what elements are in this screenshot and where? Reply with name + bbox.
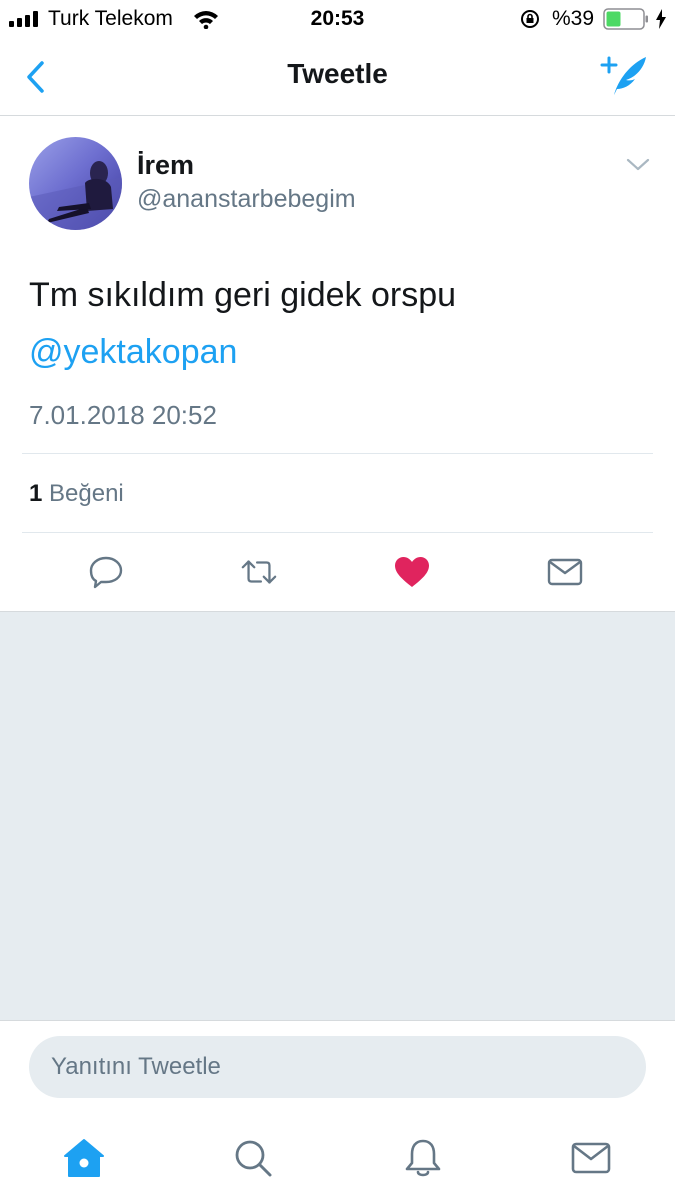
rotation-lock-icon <box>521 10 539 28</box>
empty-replies-area <box>0 611 675 1021</box>
retweet-icon <box>241 560 277 584</box>
search-icon <box>235 1140 272 1177</box>
tab-home[interactable] <box>62 1136 106 1180</box>
navigation-bar: Tweetle <box>0 38 675 116</box>
like-button[interactable] <box>393 553 431 591</box>
compose-tweet-icon[interactable] <box>600 54 650 98</box>
display-name[interactable]: İrem <box>137 150 194 181</box>
divider <box>22 532 653 533</box>
home-icon <box>64 1139 104 1177</box>
direct-message-icon <box>547 558 583 586</box>
battery-percent: %39 <box>552 7 595 30</box>
user-handle[interactable]: @ananstarbebegim <box>137 185 356 214</box>
tweet-text: Tm sıkıldım geri gidek orspu <box>29 276 457 314</box>
mention-link[interactable]: @yektakopan <box>29 333 237 372</box>
divider <box>22 453 653 454</box>
reply-icon <box>89 556 123 589</box>
notifications-icon <box>405 1139 441 1177</box>
messages-icon <box>571 1142 611 1174</box>
battery-icon <box>603 8 648 30</box>
tweet-timestamp: 7.01.2018 20:52 <box>29 400 217 430</box>
reply-input[interactable] <box>29 1036 646 1098</box>
reply-button[interactable] <box>87 553 125 591</box>
likes-label: Beğeni <box>49 480 124 507</box>
tab-messages[interactable] <box>569 1136 613 1180</box>
avatar[interactable] <box>29 137 122 230</box>
tab-search[interactable] <box>231 1136 275 1180</box>
like-icon <box>395 557 429 587</box>
likes-summary[interactable]: 1 Beğeni <box>29 480 124 508</box>
status-bar: Turk Telekom 20:53 %39 <box>0 0 675 38</box>
retweet-button[interactable] <box>240 553 278 591</box>
charging-icon <box>656 9 666 29</box>
likes-count: 1 <box>29 480 43 507</box>
page-title: Tweetle <box>287 58 388 89</box>
tab-notifications[interactable] <box>401 1136 445 1180</box>
direct-message-button[interactable] <box>546 553 584 591</box>
chevron-down-icon[interactable] <box>624 155 652 175</box>
